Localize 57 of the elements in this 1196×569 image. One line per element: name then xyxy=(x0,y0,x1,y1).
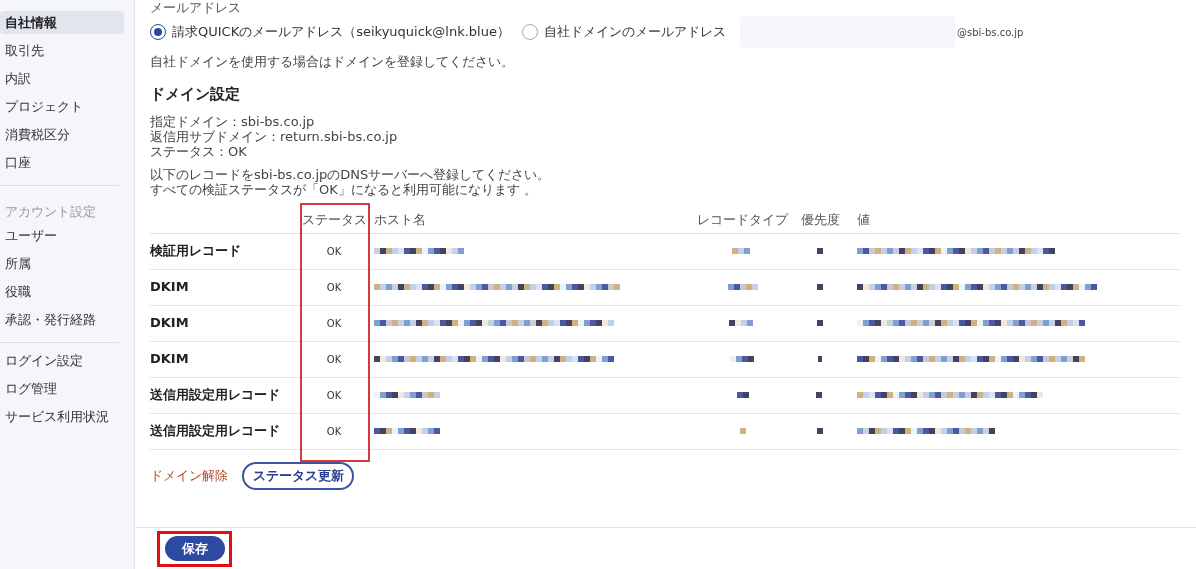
status-cell-text: OK xyxy=(325,316,343,331)
status-cell-text: OK xyxy=(325,424,343,439)
sidebar-item[interactable]: ログイン設定 xyxy=(0,349,124,372)
status-cell-text: OK xyxy=(325,388,343,403)
status-refresh-button[interactable]: ステータス更新 xyxy=(242,461,354,490)
save-button[interactable]: 保存 xyxy=(164,536,225,561)
sidebar-item[interactable]: 消費税区分 xyxy=(0,123,124,146)
redacted-text-block xyxy=(818,355,822,363)
radio-icon[interactable] xyxy=(521,24,538,40)
column-header: ホスト名 xyxy=(373,210,427,229)
record-label: 送信用設定用レコード xyxy=(150,422,281,441)
radio-option[interactable]: 請求QUICKのメールアドレス（seikyuquick@lnk.blue） xyxy=(150,22,510,42)
sidebar-item[interactable]: 所属 xyxy=(0,252,124,275)
redacted-text-block xyxy=(727,283,758,291)
sidebar-item[interactable]: 取引先 xyxy=(0,39,124,62)
sidebar-heading: アカウント設定 xyxy=(4,203,97,222)
remove-domain-link[interactable]: ドメイン解除 xyxy=(150,465,228,486)
record-label: 検証用レコード xyxy=(150,242,242,261)
redacted-text-block xyxy=(817,283,823,291)
field-label: メールアドレス xyxy=(150,0,242,15)
sidebar-item[interactable]: 内訳 xyxy=(0,67,124,90)
sidebar-item[interactable]: サービス利用状況 xyxy=(0,405,124,428)
note-text: 自社ドメインを使用する場合はドメインを登録してください。 xyxy=(150,54,515,69)
instruction-text: 以下のレコードをsbi-bs.co.jpのDNSサーバーへ登録してください。 xyxy=(150,166,552,182)
status-cell-text: OK xyxy=(325,352,343,367)
column-header: 値 xyxy=(856,210,871,229)
info-text: 返信用サブドメイン：return.sbi-bs.co.jp xyxy=(150,128,399,144)
sidebar-item[interactable]: プロジェクト xyxy=(0,95,124,118)
sidebar-item[interactable]: 役職 xyxy=(0,280,124,303)
record-label: DKIM xyxy=(150,350,190,369)
redacted-text-block xyxy=(817,247,823,255)
redacted-text-block xyxy=(817,319,823,327)
record-label: DKIM xyxy=(150,278,190,297)
domain-suffix: @sbi-bs.co.jp xyxy=(956,25,1024,40)
record-label: 送信用設定用レコード xyxy=(150,386,281,405)
radio-icon[interactable] xyxy=(150,24,166,40)
record-label: DKIM xyxy=(150,314,190,333)
sidebar-item[interactable]: ユーザー xyxy=(0,224,124,247)
redacted-text-block xyxy=(817,427,823,435)
status-cell-text: OK xyxy=(325,280,343,295)
column-header: レコードタイプ xyxy=(696,210,790,229)
sidebar-item[interactable]: 承認・発行経路 xyxy=(0,308,124,331)
status-cell-text: OK xyxy=(325,244,343,259)
instruction-text: すべての検証ステータスが「OK」になると利用可能になります 。 xyxy=(150,181,538,197)
sidebar-item[interactable]: 自社情報 xyxy=(0,11,124,34)
column-header: ステータス xyxy=(300,210,368,229)
redacted-text-block xyxy=(816,391,824,399)
redacted-text-block xyxy=(729,355,756,363)
info-text: ステータス：OK xyxy=(150,143,248,159)
column-header: 優先度 xyxy=(799,210,841,229)
section-title: ドメイン設定 xyxy=(150,84,241,105)
sidebar-item[interactable]: 口座 xyxy=(0,151,124,174)
redacted-text-block xyxy=(736,391,749,399)
sidebar-item[interactable]: ログ管理 xyxy=(0,377,124,400)
radio-option[interactable]: 自社ドメインのメールアドレス xyxy=(521,22,726,42)
info-text: 指定ドメイン：sbi-bs.co.jp xyxy=(150,113,316,129)
redacted-text-block xyxy=(739,427,746,435)
